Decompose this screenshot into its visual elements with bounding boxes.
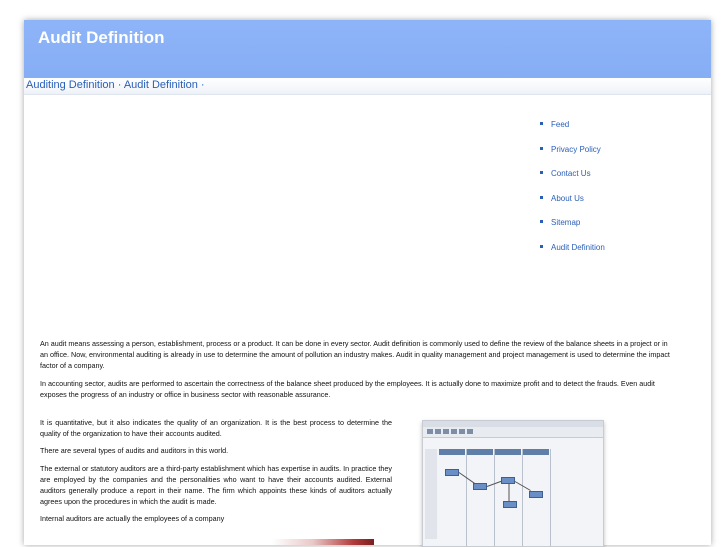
article-paragraph: In accounting sector, audits are perform… [40,378,655,399]
nav-item-label[interactable]: Privacy Policy [551,145,601,154]
image-lane-divider [550,449,551,546]
image-lane-header [523,449,549,455]
article-paragraph: The external or statutory auditors are a… [40,463,392,507]
image-sidebar [425,449,437,539]
article-body-narrow: It is quantitative, but it also indicate… [40,417,392,531]
image-lane-header [495,449,521,455]
workflow-screenshot-image [422,420,604,547]
nav-item-about-us[interactable]: About Us [540,194,605,219]
image-flow-box [503,501,517,508]
nav-item-label[interactable]: Feed [551,120,569,129]
nav-item-label[interactable]: Audit Definition [551,243,605,252]
image-lane-divider [494,449,495,546]
bullet-icon [540,220,543,224]
bullet-icon [540,146,543,150]
nav-item-contact-us[interactable]: Contact Us [540,169,605,194]
nav-item-label[interactable]: Contact Us [551,169,591,178]
image-flow-line [458,472,476,485]
image-toolbar [423,427,603,438]
article-paragraph: There are several types of audits and au… [40,446,229,456]
article-paragraph: An audit means assessing a person, estab… [40,339,670,371]
nav-item-feed[interactable]: Feed [540,120,605,145]
bullet-icon [540,195,543,199]
image-lane-header [467,449,493,455]
nav-item-label[interactable]: Sitemap [551,218,580,227]
article-thumbnail-image [272,539,374,545]
image-lane-header [439,449,465,455]
sidebar-nav: Feed Privacy Policy Contact Us About Us … [540,120,605,267]
site-header: Audit Definition [24,20,711,78]
article-paragraph: Internal auditors are actually the emplo… [40,514,225,524]
nav-item-label[interactable]: About Us [551,194,584,203]
image-lane-divider [522,449,523,546]
nav-item-privacy-policy[interactable]: Privacy Policy [540,145,605,170]
article-body: An audit means assessing a person, estab… [40,338,672,406]
page-container: Audit Definition Auditing Definition · A… [24,20,711,547]
image-lane-divider [466,449,467,546]
site-title[interactable]: Audit Definition [38,28,165,48]
bullet-icon [540,244,543,248]
image-flow-box [445,469,459,476]
article-paragraph: It is quantitative, but it also indicate… [40,418,392,439]
bullet-icon [540,171,543,175]
breadcrumb[interactable]: Auditing Definition · Audit Definition · [26,79,205,91]
bullet-icon [540,122,543,126]
image-flow-line [508,483,510,502]
breadcrumb-bar: Auditing Definition · Audit Definition · [24,78,711,95]
nav-item-sitemap[interactable]: Sitemap [540,218,605,243]
image-flow-box [529,491,543,498]
nav-item-audit-definition[interactable]: Audit Definition [540,243,605,268]
